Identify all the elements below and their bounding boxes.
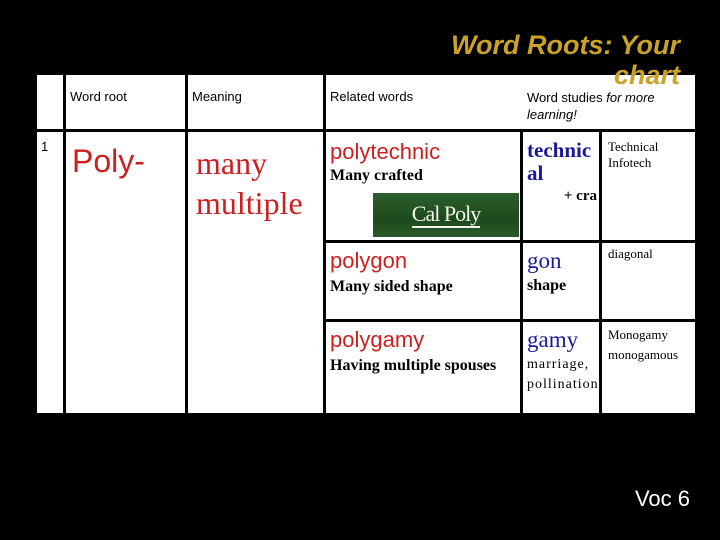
column-divider <box>323 75 326 413</box>
row-number: 1 <box>41 139 49 154</box>
table-border <box>34 75 37 413</box>
column-divider <box>520 130 523 413</box>
column-divider <box>599 130 602 413</box>
word-study: gon shape <box>527 248 567 294</box>
row-divider <box>34 129 695 132</box>
word-study: gamy marriage, pollination <box>527 327 599 392</box>
related-word-entry: polygon Many sided shape <box>330 248 453 295</box>
column-divider <box>185 75 188 413</box>
related-word-entry: polygamy Having multiple spouses <box>330 327 497 374</box>
related-word-entry: polytechnic Many crafted <box>330 139 441 184</box>
extra-examples: diagonal <box>608 246 653 261</box>
header-related-words: Related words <box>330 89 414 104</box>
slide-title: Word Roots: Your chart <box>451 30 680 90</box>
header-word-studies: Word studies for more learning! <box>527 90 655 122</box>
cal-poly-logo: Cal Poly <box>373 193 519 237</box>
header-word-root: Word root <box>70 89 127 104</box>
root-word: Poly- <box>72 143 145 179</box>
column-divider <box>63 75 66 413</box>
word-study: technic al + cra <box>527 138 597 205</box>
header-meaning: Meaning <box>192 89 242 104</box>
extra-examples: Monogamy monogamous <box>608 327 679 362</box>
extra-examples: Technical Infotech <box>608 139 659 170</box>
row-divider <box>323 240 695 243</box>
word-roots-table: Word root Meaning Related words Word stu… <box>34 75 695 413</box>
row-divider <box>323 319 695 322</box>
root-meaning: many multiple <box>196 145 303 221</box>
slide-footer: Voc 6 <box>634 486 690 511</box>
